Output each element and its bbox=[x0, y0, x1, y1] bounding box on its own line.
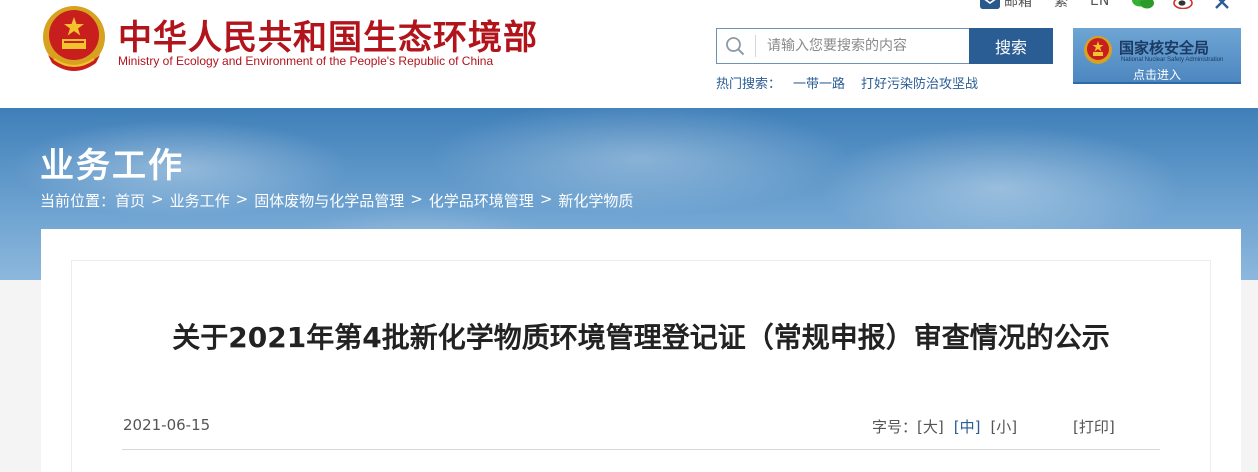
breadcrumb-prefix: 当前位置： bbox=[40, 192, 116, 210]
english-link[interactable]: EN bbox=[1090, 0, 1109, 9]
hot-search-label: 热门搜索： bbox=[716, 77, 782, 92]
article-date: 2021-06-15 bbox=[123, 416, 211, 434]
font-size-medium-button[interactable]: [中] bbox=[954, 416, 981, 437]
breadcrumb-item-business-work[interactable]: 业务工作 bbox=[170, 190, 230, 211]
mail-label: 邮箱 bbox=[1004, 0, 1032, 10]
print-button[interactable]: [打印] bbox=[1073, 416, 1115, 437]
breadcrumb: 当前位置： 首页 > 业务工作 > 固体废物与化学品管理 > 化学品环境管理 >… bbox=[40, 190, 633, 211]
article-title: 关于2021年第4批新化学物质环境管理登记证（常规申报）审查情况的公示 bbox=[172, 321, 1110, 354]
national-emblem-logo[interactable] bbox=[40, 3, 108, 75]
hot-search-link[interactable]: 打好污染防治攻坚战 bbox=[861, 73, 978, 92]
font-size-control: 字号： [大] [中] [小] bbox=[872, 416, 1027, 437]
hot-search-link[interactable]: 一带一路 bbox=[793, 73, 845, 92]
breadcrumb-item-solid-waste-chemicals[interactable]: 固体废物与化学品管理 bbox=[254, 190, 404, 211]
site-header: 中华人民共和国生态环境部 Ministry of Ecology and Env… bbox=[0, 0, 1258, 108]
breadcrumb-separator: > bbox=[410, 190, 423, 208]
site-subtitle-english: Ministry of Ecology and Environment of t… bbox=[118, 54, 494, 68]
mail-icon bbox=[980, 0, 1000, 9]
nnsa-emblem-icon bbox=[1084, 36, 1112, 64]
font-size-large-button[interactable]: [大] bbox=[917, 416, 944, 437]
meta-divider bbox=[122, 449, 1160, 450]
search-box bbox=[716, 28, 970, 64]
nnsa-subtitle-english: National Nuclear Safety Administration bbox=[1121, 57, 1224, 63]
hot-search-bar: 热门搜索： 一带一路 打好污染防治攻坚战 bbox=[716, 73, 994, 92]
traditional-chinese-link[interactable]: 繁 bbox=[1054, 0, 1068, 11]
top-links-bar: 邮箱 繁 EN bbox=[980, 0, 1231, 11]
nnsa-title: 国家核安全局 bbox=[1119, 39, 1210, 57]
font-size-label: 字号： bbox=[872, 418, 918, 436]
breadcrumb-item-chemical-env-management[interactable]: 化学品环境管理 bbox=[429, 190, 534, 211]
breadcrumb-separator: > bbox=[151, 190, 164, 208]
section-title: 业务工作 bbox=[40, 146, 184, 186]
article-card bbox=[71, 260, 1211, 472]
weibo-icon[interactable] bbox=[1173, 0, 1195, 9]
wechat-icon[interactable] bbox=[1131, 0, 1155, 9]
mobile-app-icon[interactable] bbox=[1213, 0, 1231, 9]
breadcrumb-item-home[interactable]: 首页 bbox=[115, 190, 145, 211]
nnsa-enter-label: 点击进入 bbox=[1132, 68, 1181, 82]
search-button[interactable]: 搜索 bbox=[969, 28, 1053, 64]
mail-link[interactable]: 邮箱 bbox=[980, 0, 1032, 11]
breadcrumb-separator: > bbox=[235, 190, 249, 208]
nnsa-banner-link[interactable]: 国家核安全局 National Nuclear Safety Administr… bbox=[1073, 28, 1241, 84]
search-icon bbox=[726, 37, 745, 56]
breadcrumb-item-new-chemicals[interactable]: 新化学物质 bbox=[558, 190, 633, 211]
breadcrumb-separator: > bbox=[539, 190, 553, 208]
site-title[interactable]: 中华人民共和国生态环境部 bbox=[118, 10, 538, 59]
search-divider bbox=[755, 35, 756, 57]
search-input[interactable] bbox=[767, 29, 967, 63]
font-size-small-button[interactable]: [小] bbox=[990, 416, 1017, 437]
